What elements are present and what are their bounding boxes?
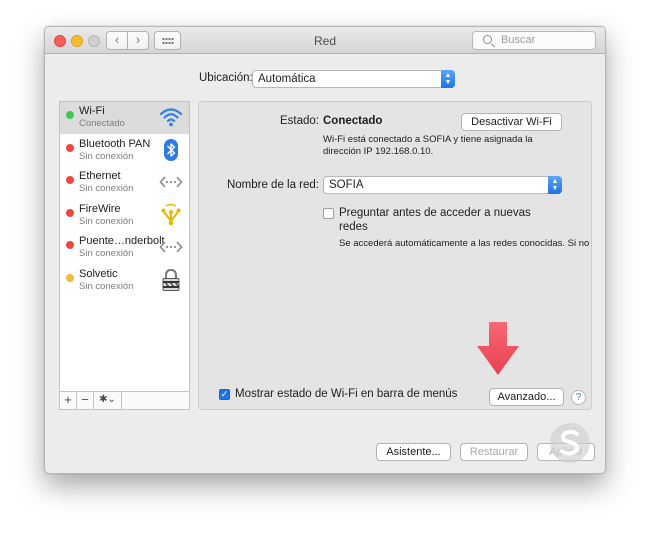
search-input[interactable]: Buscar xyxy=(472,31,596,50)
show-wifi-status-label: Mostrar estado de Wi-Fi en barra de menú… xyxy=(235,388,458,400)
service-name: Solvetic xyxy=(79,268,118,280)
status-dot xyxy=(66,274,74,282)
service-name: Wi-Fi xyxy=(79,105,105,117)
network-name-value: SOFIA xyxy=(329,179,364,191)
search-icon xyxy=(483,35,492,44)
service-item[interactable]: FireWire Sin conexión xyxy=(60,200,189,232)
status-value: Conectado xyxy=(323,115,383,127)
service-item[interactable]: Ethernet Sin conexión xyxy=(60,167,189,199)
wifi-detail-panel: Estado: Conectado Desactivar Wi-Fi Wi-Fi… xyxy=(198,101,592,410)
popup-arrows-icon: ▲ ▼ xyxy=(548,176,562,194)
search-placeholder: Buscar xyxy=(501,34,536,46)
location-label: Ubicación: xyxy=(199,72,253,84)
status-dot xyxy=(66,111,74,119)
ask-to-join-label-line2: redes xyxy=(339,221,368,233)
service-list: Wi-Fi Conectado Bluetooth PAN Sin conexión E… xyxy=(59,101,190,410)
service-name: Puente…nderbolt xyxy=(79,235,165,248)
location-popup[interactable]: Automática ▲ ▼ xyxy=(252,70,455,88)
network-name-popup[interactable]: SOFIA ▲ ▼ xyxy=(323,176,562,194)
gear-menu-button[interactable]: ✱⌄ xyxy=(94,392,122,409)
show-wifi-status-checkbox[interactable]: ✓ xyxy=(219,389,230,400)
wifi-icon xyxy=(159,105,183,129)
ask-to-join-checkbox[interactable] xyxy=(323,208,334,219)
service-item[interactable]: Bluetooth PAN Sin conexión xyxy=(60,135,189,167)
ask-to-join-description: Se accederá automáticamente a las redes … xyxy=(339,238,590,249)
solvetic-watermark-icon xyxy=(550,423,590,463)
assistant-button[interactable]: Asistente... xyxy=(376,443,451,461)
service-status: Sin conexión xyxy=(79,183,134,195)
help-button[interactable]: ? xyxy=(571,390,586,405)
service-status: Conectado xyxy=(79,118,125,129)
service-item[interactable]: Wi-Fi Conectado xyxy=(60,102,189,134)
service-list-toolbar: + − ✱⌄ xyxy=(60,391,189,409)
turn-wifi-off-button[interactable]: Desactivar Wi-Fi xyxy=(461,113,562,131)
remove-service-button[interactable]: − xyxy=(77,392,94,409)
service-item[interactable]: Solvetic Sin conexión xyxy=(60,265,189,297)
location-value: Automática xyxy=(258,73,316,85)
service-status: Sin conexión xyxy=(79,281,134,292)
service-item[interactable]: Puente…nderbolt Sin conexión xyxy=(60,232,189,264)
status-dot xyxy=(66,176,74,185)
status-dot xyxy=(66,241,74,250)
firewire-icon xyxy=(159,203,183,227)
service-status: Sin conexión xyxy=(79,215,134,227)
ethernet-icon xyxy=(159,170,183,194)
bluetooth-icon xyxy=(159,138,183,162)
thunderbolt-bridge-icon xyxy=(159,235,183,259)
status-description-line2: dirección IP 192.168.0.10. xyxy=(323,146,434,157)
revert-button[interactable]: Restaurar xyxy=(460,443,528,461)
service-status: Sin conexión xyxy=(79,150,134,162)
title-bar: ‹ › Red Buscar xyxy=(45,27,605,54)
lock-icon xyxy=(159,268,183,292)
status-label: Estado: xyxy=(280,115,319,127)
ask-to-join-label-line1: Preguntar antes de acceder a nuevas xyxy=(339,207,531,219)
network-preferences-window: ‹ › Red Buscar Ubicación: Automática ▲ ▼ … xyxy=(44,26,606,474)
network-name-label: Nombre de la red: xyxy=(226,179,319,191)
status-dot xyxy=(66,143,74,152)
popup-arrows-icon: ▲ ▼ xyxy=(441,70,455,88)
status-dot xyxy=(66,208,74,217)
service-status: Sin conexión xyxy=(79,248,134,260)
advanced-button[interactable]: Avanzado... xyxy=(489,388,564,406)
add-service-button[interactable]: + xyxy=(60,392,77,409)
service-name: Ethernet xyxy=(79,170,121,183)
highlight-arrow-icon xyxy=(477,322,519,375)
service-name: FireWire xyxy=(79,202,121,215)
service-name: Bluetooth PAN xyxy=(79,137,151,150)
